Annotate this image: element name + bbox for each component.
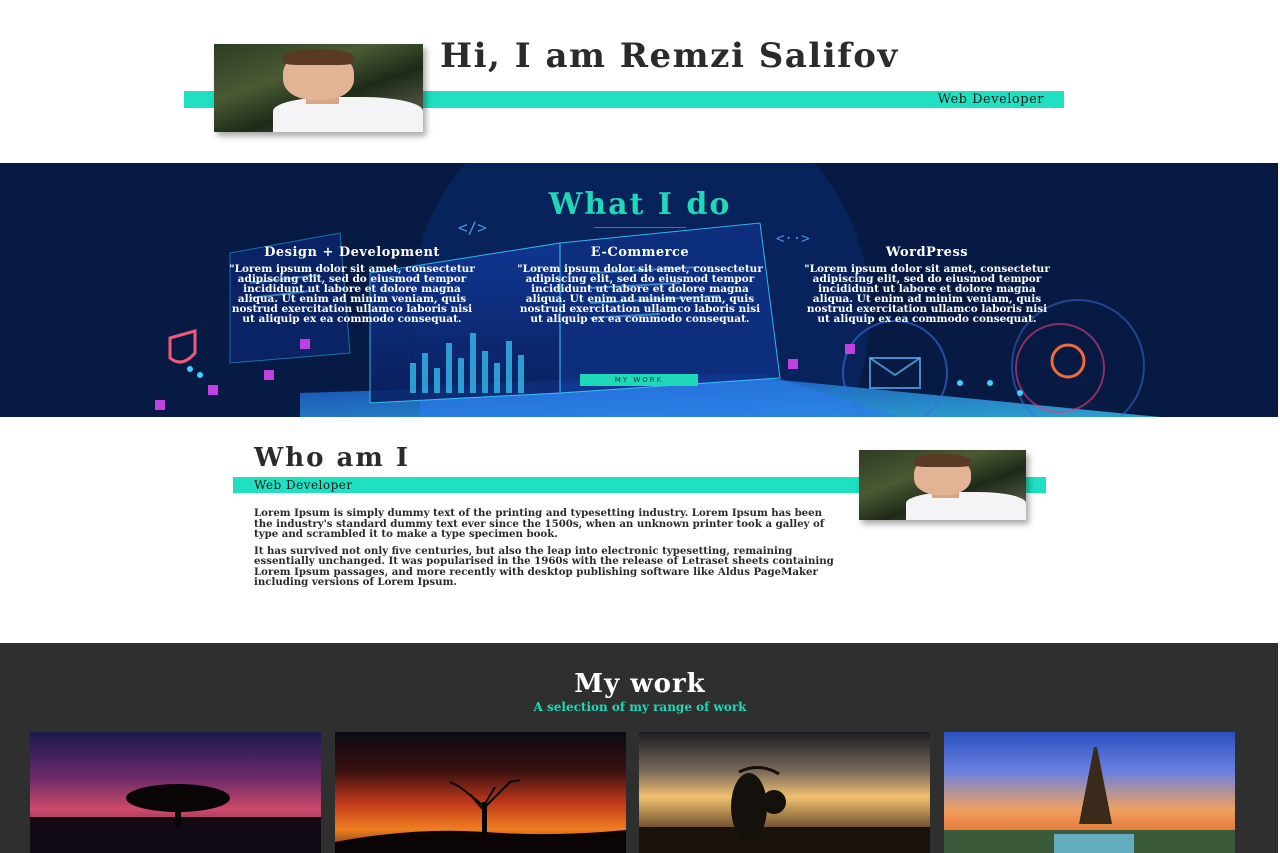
my-work-button[interactable]: MY WORK (580, 374, 698, 386)
portfolio-item-eiffel-tower[interactable] (944, 732, 1235, 853)
service-ecommerce: E-Commerce "Lorem ipsum dolor sit amet, … (515, 245, 765, 324)
who-subtitle: Web Developer (254, 478, 353, 492)
about-text: Lorem Ipsum is simply dummy text of the … (254, 508, 844, 594)
portfolio-item-tree-sunset[interactable] (30, 732, 321, 853)
title-divider (594, 227, 686, 228)
hero-subtitle: Web Developer (937, 92, 1044, 107)
about-paragraph: Lorem Ipsum is simply dummy text of the … (254, 507, 825, 540)
service-title: E-Commerce (590, 245, 690, 260)
service-wordpress: WordPress "Lorem ipsum dolor sit amet, c… (802, 245, 1052, 324)
tree-silhouette-image (30, 784, 321, 853)
hero-header: Hi, I am Remzi Salifov Web Developer (0, 0, 1280, 163)
what-i-do-section: </> <··> What I do Design + Development … (0, 163, 1278, 417)
who-am-i-section: Who am I Web Developer Lorem Ipsum is si… (0, 417, 1280, 643)
who-title: Who am I (254, 443, 411, 473)
service-text: "Lorem ipsum dolor sit amet, consectetur… (517, 263, 763, 325)
bare-tree-image (335, 779, 626, 853)
my-work-subtitle: A selection of my range of work (533, 700, 747, 714)
service-title: WordPress (885, 245, 969, 260)
portfolio-item-bare-tree[interactable] (335, 732, 626, 853)
service-text: "Lorem ipsum dolor sit amet, consectetur… (804, 263, 1050, 325)
hero-title: Hi, I am Remzi Salifov (440, 36, 899, 76)
profile-photo (214, 44, 423, 132)
about-photo (859, 450, 1026, 520)
my-work-title: My work (574, 669, 706, 699)
my-work-section: My work A selection of my range of work (0, 643, 1278, 853)
service-title: Design + Development (264, 245, 440, 260)
eiffel-tower-image (944, 747, 1235, 853)
service-text: "Lorem ipsum dolor sit amet, consectetur… (229, 263, 475, 325)
portfolio-item-couple-sunset[interactable] (639, 732, 930, 853)
service-design-development: Design + Development "Lorem ipsum dolor … (227, 245, 477, 324)
couple-silhouette-image (639, 766, 930, 853)
what-i-do-title: What I do (548, 187, 732, 222)
about-paragraph: It has survived not only five centuries,… (254, 544, 834, 588)
